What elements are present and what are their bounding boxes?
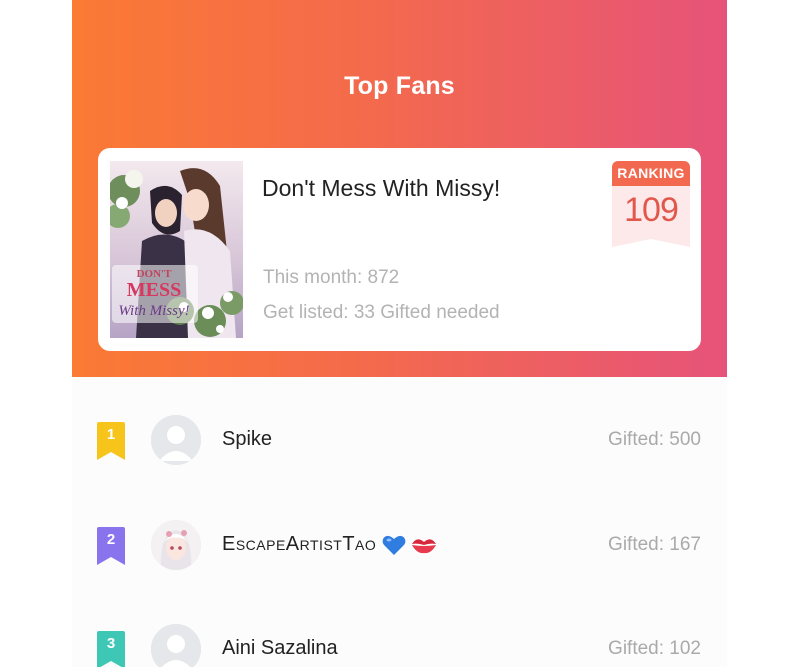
fan-row-2[interactable]: 2 EscapeArtistTao Gifted: 167 xyxy=(72,510,727,580)
fan-row-3[interactable]: 3 Aini Sazalina Gifted: 102 xyxy=(72,614,727,667)
avatar[interactable] xyxy=(151,624,201,667)
top-fans-page: Top Fans DON'T MESS With Missy! Don't Me… xyxy=(0,0,800,667)
ranking-badge: RANKING 109 xyxy=(612,161,690,247)
rank-medal-1: 1 xyxy=(97,422,125,460)
fan-name[interactable]: Aini Sazalina xyxy=(222,637,338,660)
cover-illustration: DON'T MESS With Missy! xyxy=(110,161,243,338)
fan-row-1[interactable]: 1 Spike Gifted: 500 xyxy=(72,405,727,475)
fan-name[interactable]: Spike xyxy=(222,428,272,451)
cover-logo-line2: MESS xyxy=(127,279,181,301)
cover-logo-line3: With Missy! xyxy=(118,303,189,319)
header-banner: Top Fans DON'T MESS With Missy! Don't Me… xyxy=(72,0,727,377)
gifted-count: Gifted: 102 xyxy=(608,638,701,659)
book-card[interactable]: DON'T MESS With Missy! Don't Mess With M… xyxy=(98,148,701,351)
get-listed-requirement: Get listed: 33 Gifted needed xyxy=(263,302,500,323)
book-title[interactable]: Don't Mess With Missy! xyxy=(262,175,500,202)
kiss-mark-icon xyxy=(412,539,437,553)
page-title: Top Fans xyxy=(344,72,455,100)
gifted-count: Gifted: 167 xyxy=(608,534,701,555)
avatar[interactable] xyxy=(151,415,201,465)
anime-girl-avatar-icon xyxy=(151,520,201,570)
ranking-label: RANKING xyxy=(612,161,690,186)
fan-name[interactable]: EscapeArtistTao xyxy=(222,533,376,555)
rank-number: 1 xyxy=(106,426,116,443)
this-month-count: This month: 872 xyxy=(263,267,400,288)
default-avatar-icon xyxy=(151,624,201,667)
rank-medal-3: 3 xyxy=(97,631,125,667)
avatar[interactable] xyxy=(151,520,201,570)
ranking-value: 109 xyxy=(624,191,679,229)
default-avatar-icon xyxy=(151,415,201,465)
rank-number: 3 xyxy=(106,635,116,652)
fan-name-wrap: EscapeArtistTao xyxy=(222,533,437,556)
rank-number: 2 xyxy=(106,531,116,548)
blue-heart-icon xyxy=(382,535,406,555)
book-cover[interactable]: DON'T MESS With Missy! xyxy=(110,161,243,338)
rank-medal-2: 2 xyxy=(97,527,125,565)
content-panel: Top Fans DON'T MESS With Missy! Don't Me… xyxy=(72,0,727,667)
gifted-count: Gifted: 500 xyxy=(608,429,701,450)
